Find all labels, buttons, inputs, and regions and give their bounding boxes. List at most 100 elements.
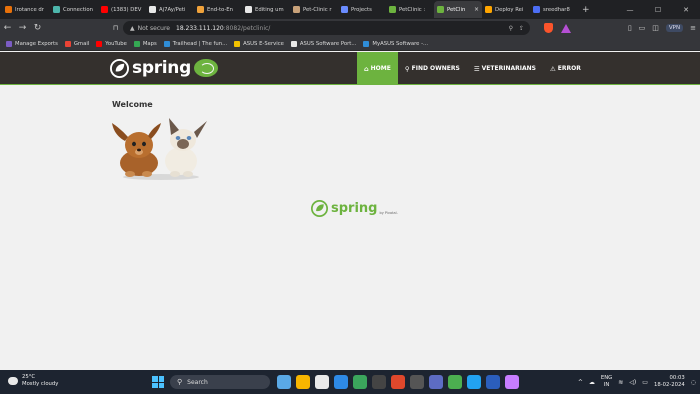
taskbar-app-icon[interactable] [391,375,405,389]
browser-tab[interactable]: Irotance dr [2,1,50,18]
tab-favicon-icon [533,6,540,13]
taskbar-app-icon[interactable] [372,375,386,389]
url-path: :8082/petclinic/ [223,24,271,32]
pinned-apps [277,375,519,389]
taskbar-app-icon[interactable] [410,375,424,389]
browser-tab[interactable]: PetClin × [434,1,482,18]
page-title: Welcome [112,100,153,109]
tab-favicon-icon [53,6,60,13]
clock-date: 18-02-2024 [653,382,685,388]
weather-status: Mostly cloudy [22,381,59,387]
sidebar-icon[interactable]: ▯ [628,24,632,32]
browser-tab[interactable]: (1383) DEV [98,1,146,18]
bookmark-favicon-icon [290,40,297,47]
speaker-icon[interactable]: ◁) [629,379,636,386]
bookmark-label: MyASUS Software -... [372,40,429,47]
taskbar-app-icon[interactable] [315,375,329,389]
bookmark-item[interactable]: Gmail [64,40,89,47]
maximize-button[interactable]: ☐ [644,6,672,14]
weather-widget[interactable]: 25°C Mostly cloudy [6,374,59,388]
app-navbar: spring ⌂ Home ⚲ Find owners ☰ Veterinarians ⚠ E… [0,52,700,85]
tab-favicon-icon [149,6,156,13]
spring-petclinic-logo[interactable]: spring [110,58,218,78]
system-tray: ^ ☁ ENG IN ≋ ◁) ▭ 00:03 18-02-2024 ◌ [578,370,696,394]
bookmark-item[interactable]: Trailhead | The fun... [163,40,228,47]
browser-tab[interactable]: Aj7Ay/Peti [146,1,194,18]
browser-tab[interactable]: PetClinic : [386,1,434,18]
windows-taskbar: 25°C Mostly cloudy ⚲ Search ^ ☁ ENG IN ≋… [0,370,700,394]
petclinic-badge-icon [193,59,218,77]
close-tab-icon[interactable]: × [474,6,479,13]
bookmark-item[interactable]: ASUS E-Service [234,40,284,47]
taskbar-app-icon[interactable] [467,375,481,389]
search-icon: ⚲ [177,378,183,386]
brave-rewards-icon[interactable] [561,21,571,35]
tab-label: End-to-En [207,6,234,13]
taskbar-search[interactable]: ⚲ Search [170,375,270,389]
language-indicator[interactable]: ENG IN [601,375,612,389]
taskbar-app-icon[interactable] [448,375,462,389]
nav-label: Veterinarians [481,65,536,72]
back-button[interactable]: ← [0,23,15,33]
reload-button[interactable]: ↻ [30,23,45,33]
share-icon[interactable]: ⇪ [519,25,524,32]
taskbar-app-icon[interactable] [429,375,443,389]
battery-icon[interactable]: ▭ [642,379,648,386]
nav-find-owners[interactable]: ⚲ Find owners [398,52,467,85]
extensions-icon[interactable]: ▭ [639,24,646,32]
tab-favicon-icon [437,6,444,13]
bookmark-label: Trailhead | The fun... [172,40,228,47]
nav-veterinarians[interactable]: ☰ Veterinarians [467,52,543,85]
notifications-icon[interactable]: ◌ [691,379,696,386]
browser-tab[interactable]: Projects [338,1,386,18]
vpn-button[interactable]: VPN [665,24,684,32]
bookmark-item[interactable]: YouTube [96,40,127,47]
bookmark-item[interactable]: MyASUS Software -... [363,40,429,47]
bookmark-item[interactable]: Manage Exports [6,40,58,47]
zoom-icon[interactable]: ⚲ [509,25,513,32]
browser-tab[interactable]: Editing um [242,1,290,18]
bookmark-favicon-icon [234,40,241,47]
new-tab-button[interactable]: + [582,5,590,15]
spring-footer-logo: spring by Pivotal. [311,200,398,217]
browser-tab[interactable]: Connection [50,1,98,18]
minimize-button[interactable]: — [616,6,644,14]
tab-label: Editing um [255,6,284,13]
taskbar-app-icon[interactable] [486,375,500,389]
tab-favicon-icon [197,6,204,13]
home-icon: ⌂ [364,64,369,73]
nav-label: Find owners [411,65,460,72]
address-bar[interactable]: ▲ Not secure 18.233.111.120 :8082/petcli… [123,21,530,35]
taskbar-app-icon[interactable] [353,375,367,389]
nav-home[interactable]: ⌂ Home [357,52,398,85]
taskbar-app-icon[interactable] [505,375,519,389]
wallet-icon[interactable]: ◫ [652,24,659,32]
menu-icon[interactable]: ≡ [690,24,696,32]
forward-button[interactable]: → [15,23,30,33]
nav-error[interactable]: ⚠ Error [543,52,588,85]
taskbar-app-icon[interactable] [296,375,310,389]
tab-favicon-icon [341,6,348,13]
tab-favicon-icon [485,6,492,13]
search-icon: ⚲ [404,64,410,73]
clock-time: 00:03 [669,375,685,381]
bookmark-item[interactable]: ASUS Software Port... [290,40,356,47]
chevron-up-icon[interactable]: ^ [578,379,583,386]
browser-tab[interactable]: sreedhar8 [530,1,578,18]
tab-label: Aj7Ay/Peti [159,6,186,13]
bookmark-item[interactable]: Maps [133,40,157,47]
taskbar-app-icon[interactable] [334,375,348,389]
cloud-icon[interactable]: ☁ [589,379,595,386]
taskbar-app-icon[interactable] [277,375,291,389]
warning-icon: ⚠ [549,64,556,73]
browser-tab[interactable]: End-to-En [194,1,242,18]
browser-tab[interactable]: Deploy Rei [482,1,530,18]
not-secure-icon[interactable]: ▲ [130,25,135,32]
close-window-button[interactable]: ✕ [672,6,700,14]
wifi-icon[interactable]: ≋ [618,379,623,386]
brave-shields-icon[interactable] [544,21,553,35]
clock[interactable]: 00:03 18-02-2024 [654,375,685,389]
browser-tab[interactable]: Pet-Clinic r [290,1,338,18]
start-button[interactable] [152,376,164,388]
bookmark-icon[interactable]: ⊓ [108,24,123,32]
